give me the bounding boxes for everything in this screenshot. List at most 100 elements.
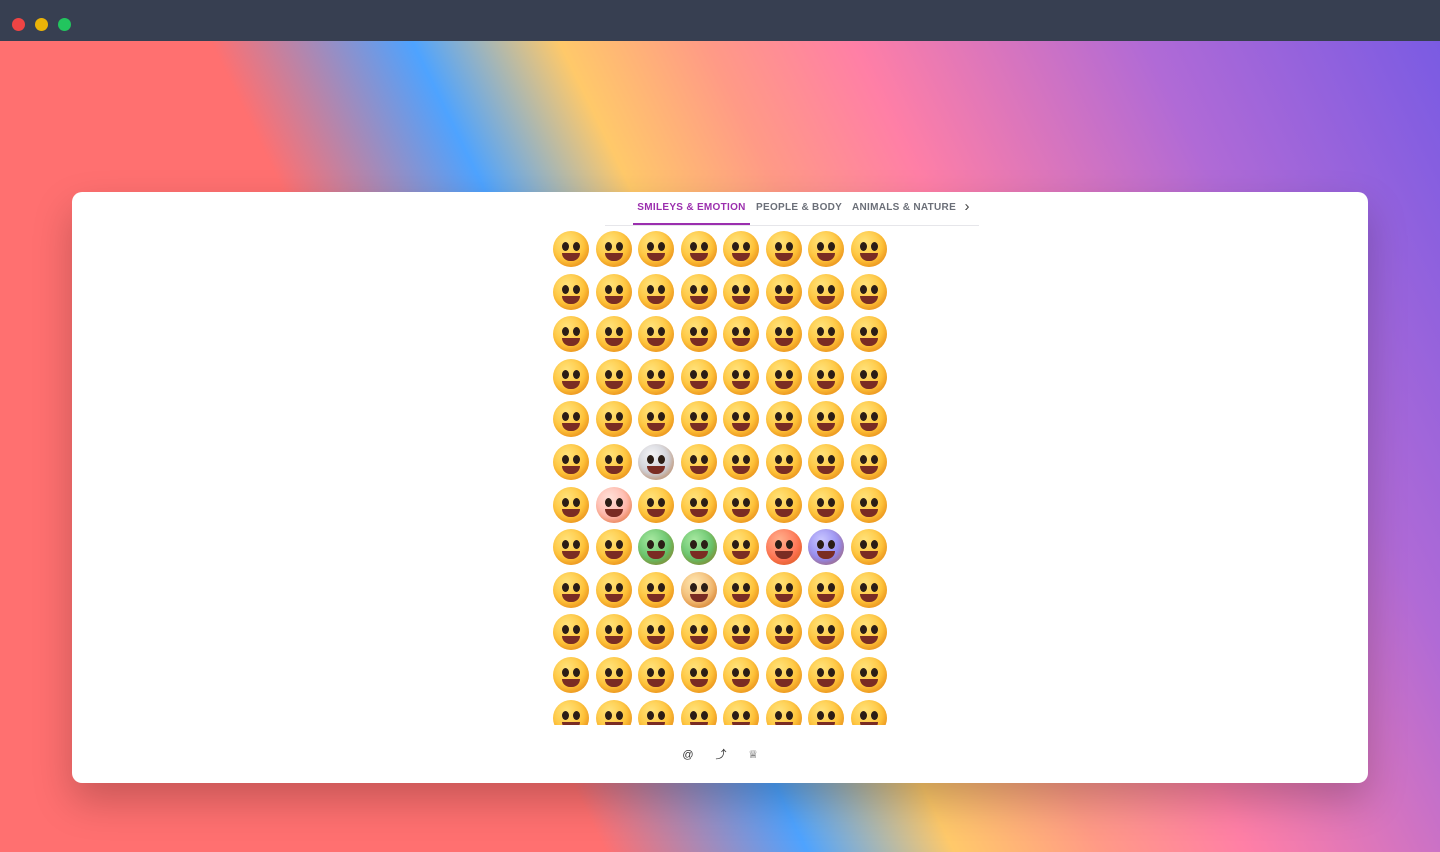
relieved-face-icon[interactable] xyxy=(635,484,678,527)
face-holding-back-tears-icon[interactable] xyxy=(678,654,721,697)
close-window-button[interactable] xyxy=(12,18,25,31)
smiling-face-open-hands-icon[interactable] xyxy=(763,356,806,399)
face-savoring-food-icon[interactable] xyxy=(848,313,891,356)
partying-face-icon[interactable] xyxy=(720,569,763,612)
smiling-face-smiling-eyes-icon[interactable] xyxy=(720,271,763,314)
smiling-face-with-hearts-icon[interactable] xyxy=(805,271,848,314)
hushed-face-icon[interactable] xyxy=(848,611,891,654)
confused-face-icon[interactable] xyxy=(593,611,636,654)
smiling-face-with-sunglasses-icon[interactable] xyxy=(805,569,848,612)
disguised-face-icon[interactable] xyxy=(763,569,806,612)
nauseated-face-icon[interactable] xyxy=(635,526,678,569)
pensive-face-icon[interactable] xyxy=(678,484,721,527)
kissing-face-closed-eyes-icon[interactable] xyxy=(720,313,763,356)
tab-people-body[interactable]: PEOPLE & BODY xyxy=(756,202,842,224)
at-sign-icon[interactable]: @ xyxy=(680,746,696,764)
disappointed-face-icon[interactable] xyxy=(805,697,848,725)
cowboy-hat-face-icon[interactable] xyxy=(678,569,721,612)
upside-down-face-icon[interactable] xyxy=(593,271,636,314)
smirking-face-icon[interactable] xyxy=(678,441,721,484)
face-exhaling-icon[interactable] xyxy=(848,441,891,484)
beaming-face-icon[interactable] xyxy=(678,228,721,271)
face-with-thermometer-icon[interactable] xyxy=(550,526,593,569)
face-with-raised-eyebrow-icon[interactable] xyxy=(763,398,806,441)
face-with-open-mouth-icon[interactable] xyxy=(805,611,848,654)
thinking-face-icon[interactable] xyxy=(635,398,678,441)
face-with-peeking-eye-icon[interactable] xyxy=(550,398,593,441)
tab-animals-nature[interactable]: ANIMALS & NATURE xyxy=(852,202,956,224)
squinting-face-with-tongue-icon[interactable] xyxy=(678,356,721,399)
face-screaming-in-fear-icon[interactable] xyxy=(678,697,721,725)
face-with-diagonal-mouth-icon[interactable] xyxy=(635,611,678,654)
expressionless-face-icon[interactable] xyxy=(848,398,891,441)
kissing-face-smiling-eyes-icon[interactable] xyxy=(763,313,806,356)
sleeping-face-icon[interactable] xyxy=(805,484,848,527)
slightly-frowning-face-icon[interactable] xyxy=(720,611,763,654)
face-without-mouth-icon[interactable] xyxy=(550,441,593,484)
flushed-face-icon[interactable] xyxy=(593,654,636,697)
smiling-face-icon[interactable] xyxy=(678,313,721,356)
face-with-tongue-icon[interactable] xyxy=(550,356,593,399)
neutral-face-icon[interactable] xyxy=(805,398,848,441)
emoji-grid-viewport[interactable] xyxy=(550,228,890,725)
anguished-face-icon[interactable] xyxy=(763,654,806,697)
face-with-spiral-eyes-icon[interactable] xyxy=(593,569,636,612)
dotted-line-face-icon[interactable] xyxy=(593,441,636,484)
face-vomiting-icon[interactable] xyxy=(678,526,721,569)
nerd-face-icon[interactable] xyxy=(848,569,891,612)
money-mouth-face-icon[interactable] xyxy=(720,356,763,399)
exploding-head-icon[interactable] xyxy=(635,569,678,612)
loudly-crying-face-icon[interactable] xyxy=(635,697,678,725)
hot-face-icon[interactable] xyxy=(763,526,806,569)
export-icon[interactable]: ⤴ xyxy=(713,746,729,764)
face-with-crossed-out-eyes-icon[interactable] xyxy=(550,569,593,612)
persevering-face-icon[interactable] xyxy=(763,697,806,725)
maximize-window-button[interactable] xyxy=(58,18,71,31)
star-struck-icon[interactable] xyxy=(550,313,593,356)
melting-face-icon[interactable] xyxy=(635,271,678,314)
shushing-face-icon[interactable] xyxy=(593,398,636,441)
tab-smileys-emotion[interactable]: SMILEYS & EMOTION xyxy=(633,202,750,225)
grinning-face-with-sweat-icon[interactable] xyxy=(763,228,806,271)
frowning-face-icon[interactable] xyxy=(763,611,806,654)
face-in-clouds-icon[interactable] xyxy=(635,441,678,484)
winking-face-with-tongue-icon[interactable] xyxy=(593,356,636,399)
face-with-hand-over-mouth-icon[interactable] xyxy=(805,356,848,399)
face-with-monocle-icon[interactable] xyxy=(550,611,593,654)
smiling-face-with-heart-eyes-icon[interactable] xyxy=(848,271,891,314)
zipper-mouth-face-icon[interactable] xyxy=(720,398,763,441)
award-icon[interactable]: ♕ xyxy=(745,746,761,764)
unamused-face-icon[interactable] xyxy=(720,441,763,484)
kissing-face-icon[interactable] xyxy=(635,313,678,356)
face-with-open-eyes-hand-over-mouth-icon[interactable] xyxy=(848,356,891,399)
drooling-face-icon[interactable] xyxy=(763,484,806,527)
smiling-face-with-tear-icon[interactable] xyxy=(805,313,848,356)
grinning-face-big-eyes-icon[interactable] xyxy=(593,228,636,271)
woozy-face-icon[interactable] xyxy=(848,526,891,569)
smiling-face-with-halo-icon[interactable] xyxy=(763,271,806,314)
sleepy-face-icon[interactable] xyxy=(720,484,763,527)
chevron-right-icon[interactable]: › xyxy=(960,199,974,217)
sad-but-relieved-face-icon[interactable] xyxy=(550,697,593,725)
grinning-face-smiling-eyes-icon[interactable] xyxy=(635,228,678,271)
frowning-face-open-mouth-icon[interactable] xyxy=(720,654,763,697)
fearful-face-icon[interactable] xyxy=(805,654,848,697)
face-blowing-kiss-icon[interactable] xyxy=(593,313,636,356)
anxious-face-with-sweat-icon[interactable] xyxy=(848,654,891,697)
downcast-face-with-sweat-icon[interactable] xyxy=(848,697,891,725)
grinning-squinting-face-icon[interactable] xyxy=(720,228,763,271)
confounded-face-icon[interactable] xyxy=(720,697,763,725)
minimize-window-button[interactable] xyxy=(35,18,48,31)
grinning-face-icon[interactable] xyxy=(550,228,593,271)
face-with-medical-mask-icon[interactable] xyxy=(848,484,891,527)
face-with-rolling-eyes-icon[interactable] xyxy=(763,441,806,484)
astonished-face-icon[interactable] xyxy=(550,654,593,697)
rolling-on-floor-laughing-icon[interactable] xyxy=(805,228,848,271)
crying-face-icon[interactable] xyxy=(593,697,636,725)
winking-face-icon[interactable] xyxy=(678,271,721,314)
slightly-smiling-face-icon[interactable] xyxy=(550,271,593,314)
face-with-tears-of-joy-icon[interactable] xyxy=(848,228,891,271)
face-with-head-bandage-icon[interactable] xyxy=(593,526,636,569)
grimacing-face-icon[interactable] xyxy=(805,441,848,484)
cold-face-icon[interactable] xyxy=(805,526,848,569)
